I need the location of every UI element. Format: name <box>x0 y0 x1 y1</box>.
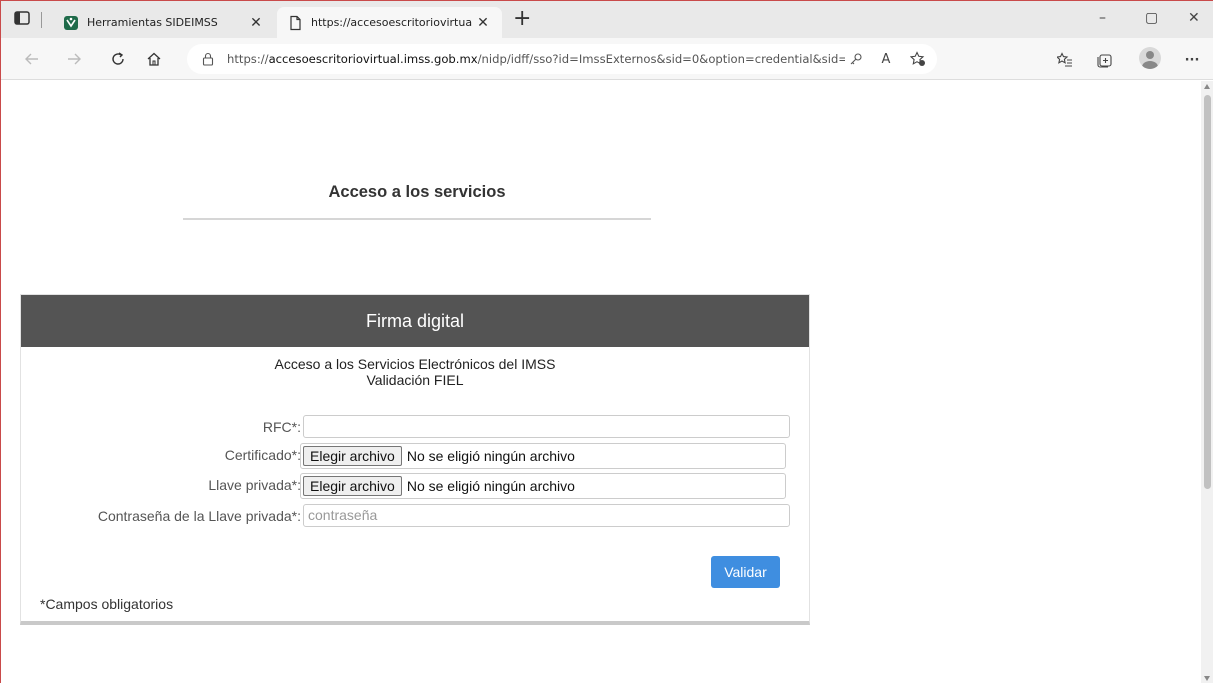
url-path: /nidp/idff/sso?id=ImssExternos&sid=0&opt… <box>477 52 845 66</box>
close-tab-icon[interactable]: ✕ <box>472 15 494 31</box>
profile-icon[interactable] <box>1139 47 1161 69</box>
certificate-file-input[interactable]: Elegir archivo No se eligió ningún archi… <box>300 443 786 469</box>
document-favicon-icon <box>290 15 301 30</box>
minimize-icon[interactable]: – <box>1099 10 1106 26</box>
tab-acceso-escritorio[interactable]: https://accesoescritoriovirtual.im ✕ <box>277 7 502 38</box>
private-key-label: Llave privada*: <box>208 477 301 493</box>
title-divider <box>183 218 651 220</box>
private-key-file-status: No se eligió ningún archivo <box>406 478 575 494</box>
scroll-down-icon[interactable] <box>1204 676 1210 681</box>
private-key-file-input[interactable]: Elegir archivo No se eligió ningún archi… <box>300 473 786 499</box>
tab-strip: Herramientas SIDEIMSS ✕ https://accesoes… <box>1 1 1213 38</box>
private-key-row: Llave privada*: Elegir archivo No se eli… <box>21 473 811 499</box>
tab-actions-icon[interactable] <box>13 9 31 27</box>
tab-herramientas[interactable]: Herramientas SIDEIMSS ✕ <box>53 7 275 38</box>
required-fields-note: *Campos obligatorios <box>40 596 174 612</box>
rfc-row: RFC*: <box>21 415 811 441</box>
password-input[interactable]: contraseña <box>303 504 790 527</box>
tab-separator <box>41 12 42 28</box>
panel-subtitle: Acceso a los Servicios Electrónicos del … <box>21 356 809 388</box>
close-tab-icon[interactable]: ✕ <box>245 15 267 31</box>
address-bar[interactable]: https://accesoescritoriovirtual.imss.gob… <box>187 44 937 74</box>
home-icon[interactable] <box>143 48 165 70</box>
login-panel: Firma digital Acceso a los Servicios Ele… <box>20 294 810 625</box>
page-content: Acceso a los servicios Firma digital Acc… <box>1 81 1201 683</box>
collections-icon[interactable] <box>1094 49 1116 71</box>
subtitle-line-1: Acceso a los Servicios Electrónicos del … <box>274 356 556 372</box>
more-icon[interactable]: ··· <box>1181 49 1203 71</box>
url-prefix: https:// <box>227 52 269 66</box>
certificate-choose-file-button[interactable]: Elegir archivo <box>303 446 402 466</box>
tab-title: https://accesoescritoriovirtual.im <box>311 16 472 29</box>
refresh-icon[interactable] <box>107 48 129 70</box>
forward-icon[interactable] <box>63 48 85 70</box>
close-window-icon[interactable]: ✕ <box>1188 10 1200 26</box>
certificate-file-status: No se eligió ningún archivo <box>406 448 575 464</box>
site-info-icon[interactable] <box>201 52 215 66</box>
panel-header: Firma digital <box>21 295 809 347</box>
tab-title: Herramientas SIDEIMSS <box>87 16 218 29</box>
new-tab-icon[interactable]: + <box>513 8 531 30</box>
scrollbar-thumb[interactable] <box>1204 95 1211 489</box>
scroll-up-icon[interactable] <box>1204 84 1210 89</box>
page-title: Acceso a los servicios <box>328 183 506 201</box>
read-aloud-label: A <box>881 51 891 67</box>
certificate-row: Certificado*: Elegir archivo No se eligi… <box>21 443 811 469</box>
password-row: Contraseña de la Llave privada*: contras… <box>21 504 811 530</box>
certificate-label: Certificado*: <box>224 447 301 463</box>
browser-toolbar: https://accesoescritoriovirtual.imss.gob… <box>1 38 1213 80</box>
key-icon[interactable] <box>845 48 867 70</box>
validate-button[interactable]: Validar <box>711 556 780 588</box>
browser-window: Herramientas SIDEIMSS ✕ https://accesoes… <box>0 0 1213 683</box>
read-aloud-icon[interactable]: A <box>875 48 897 70</box>
imss-favicon-icon <box>64 15 78 30</box>
url-domain: accesoescritoriovirtual.imss.gob.mx <box>268 52 478 66</box>
rfc-input[interactable] <box>303 415 790 438</box>
private-key-choose-file-button[interactable]: Elegir archivo <box>303 476 402 496</box>
rfc-label: RFC*: <box>262 419 301 435</box>
maximize-icon[interactable]: ▢ <box>1145 10 1158 26</box>
back-icon[interactable] <box>21 48 43 70</box>
password-label: Contraseña de la Llave privada*: <box>97 508 301 524</box>
subtitle-line-2: Validación FIEL <box>366 372 464 388</box>
page-scrollbar[interactable] <box>1201 81 1213 683</box>
favorites-icon[interactable] <box>1054 49 1076 71</box>
url-text: https://accesoescritoriovirtual.imss.gob… <box>227 52 845 66</box>
add-favorite-icon[interactable] <box>907 48 929 70</box>
